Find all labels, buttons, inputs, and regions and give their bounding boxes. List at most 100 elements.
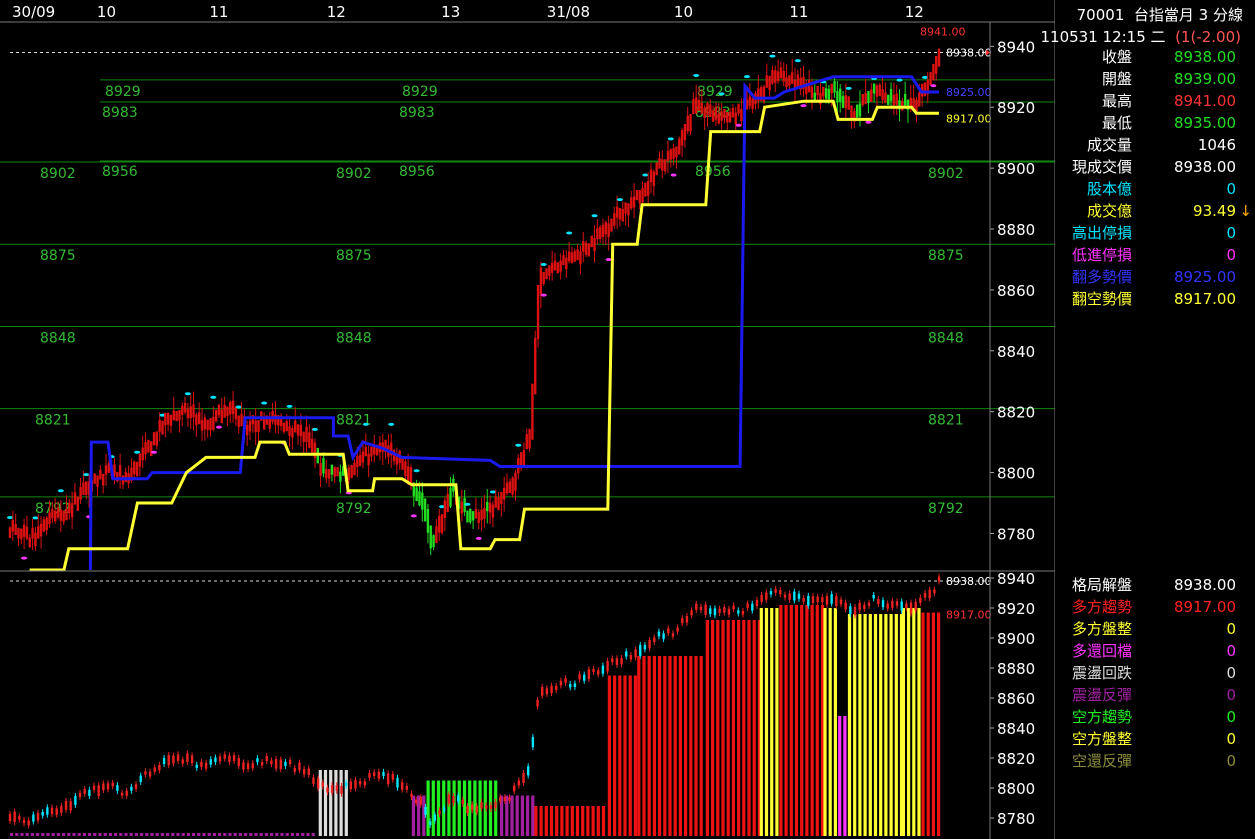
price-chart-panel[interactable]: 8792879287928821882188218848884888488875… <box>0 25 1055 572</box>
time-axis-label: 12 <box>905 3 924 21</box>
mini-candle-body <box>246 763 250 770</box>
level-label: 8956 <box>102 164 138 180</box>
candle-body <box>937 48 941 67</box>
quote-row: 收盤 8938.00 <box>1055 46 1250 68</box>
pattern-bar <box>873 614 878 836</box>
mini-candle-body <box>685 616 689 623</box>
quote-label: 翻空勢價 <box>1071 290 1132 308</box>
mini-candle-body <box>358 781 362 785</box>
mini-candle-body <box>807 595 810 606</box>
candle-body <box>440 514 444 534</box>
mini-candle-body <box>643 645 647 650</box>
pattern-bar <box>770 608 774 836</box>
mini-candle-body <box>797 593 801 599</box>
mini-candle-body <box>900 601 903 611</box>
pattern-bar <box>212 833 216 836</box>
mini-candle-body <box>919 597 922 604</box>
pattern-bar <box>731 620 735 836</box>
candle-body <box>491 504 495 518</box>
stop-high-marker <box>7 516 13 520</box>
candle-body <box>709 104 712 117</box>
candle-body <box>615 206 619 218</box>
mini-candle-body <box>541 686 544 696</box>
candle-body <box>406 466 410 482</box>
mini-candle-body <box>372 772 376 776</box>
candle-body <box>621 208 624 222</box>
pattern-bar <box>93 833 97 836</box>
y-tick-label: 8920 <box>997 600 1035 618</box>
candle-body <box>164 412 167 426</box>
candle-body <box>364 447 368 457</box>
mini-candle-body <box>223 754 226 759</box>
candle-body <box>562 255 565 266</box>
pattern-value: 8917.00 <box>1173 598 1236 616</box>
mini-candle-body <box>186 753 189 763</box>
candle-body <box>497 497 500 511</box>
pattern-bar <box>457 780 461 836</box>
candle-body <box>505 482 509 494</box>
mini-candle-body <box>657 631 661 637</box>
level-label: 8956 <box>695 164 731 180</box>
pattern-bar <box>863 614 867 836</box>
level-label: 8983 <box>399 105 435 121</box>
stop-high-marker <box>591 214 598 218</box>
time-axis-label: 11 <box>789 3 808 21</box>
mini-candle-body <box>228 755 231 762</box>
pattern-bar <box>668 656 672 836</box>
level-label: 8821 <box>928 413 964 429</box>
pattern-bar <box>596 806 600 836</box>
mini-candle-body <box>844 602 847 610</box>
quote-row: 高出停損 0 <box>1055 222 1250 244</box>
candle-body <box>141 447 144 461</box>
candle-body <box>325 469 328 479</box>
pattern-bar <box>586 806 590 836</box>
quote-label: 現成交價 <box>1071 158 1132 176</box>
candle-body <box>596 228 599 240</box>
candle-body <box>680 130 684 146</box>
candle-body <box>703 107 706 118</box>
pattern-value: 0 <box>1226 620 1236 638</box>
candle-body <box>197 412 201 425</box>
y-tick-label: 8840 <box>997 720 1035 738</box>
candle-body <box>226 406 229 416</box>
candle-body <box>124 471 127 483</box>
mini-candle-body <box>793 591 796 601</box>
stop-high-marker <box>413 469 420 473</box>
mini-candle-body <box>274 759 278 769</box>
pattern-bar <box>868 614 872 836</box>
mini-candle-body <box>428 821 432 825</box>
quote-label: 開盤 <box>1101 70 1132 88</box>
symbol-header: 70001 台指當月 3 分線 <box>1077 4 1243 26</box>
candle-body <box>178 410 181 421</box>
mini-candle-body <box>382 771 385 777</box>
candle-body <box>858 103 862 117</box>
candle-body <box>740 108 743 122</box>
pattern-bar <box>912 608 916 836</box>
y-tick-label: 8900 <box>997 630 1035 648</box>
mini-candle-body <box>601 665 605 674</box>
mini-candle-body <box>484 805 488 809</box>
mini-candle-body <box>788 593 791 600</box>
mini-candle-body <box>293 767 296 772</box>
pattern-bar <box>613 675 617 836</box>
candle-body <box>791 72 794 84</box>
mini-candle-body <box>517 780 521 786</box>
level-label: 8929 <box>402 84 438 100</box>
time-axis-label: 13 <box>441 3 460 21</box>
candle-body <box>748 96 752 107</box>
quote-value: 8938.00 <box>1173 158 1236 176</box>
candle-body <box>855 105 859 118</box>
pattern-chart-panel[interactable]: 8780 8800 8820 8840 8860 8880 8900 8920 8940 8938… <box>8 570 1035 836</box>
mini-candle-body <box>307 768 310 775</box>
pattern-bar <box>20 833 24 836</box>
candle-body <box>539 267 543 296</box>
candle-body <box>62 510 65 523</box>
pattern-bar <box>25 833 29 836</box>
mini-candle-body <box>349 781 353 790</box>
candle-body <box>751 97 754 109</box>
time-axis-label: 10 <box>674 3 693 21</box>
stop-high-marker <box>311 427 318 431</box>
candle-body <box>149 441 153 457</box>
pattern-bar <box>637 656 641 836</box>
mini-candle-body <box>326 787 329 793</box>
